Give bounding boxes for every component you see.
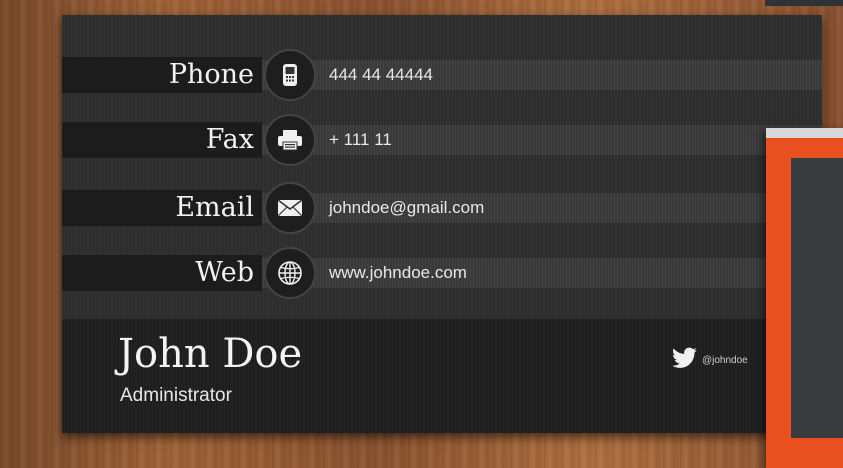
fax-label: Fax bbox=[205, 124, 254, 155]
business-card: Phone 444 44 44444 Fax + 111 11 Email jo… bbox=[62, 15, 822, 433]
second-card bbox=[766, 128, 843, 468]
web-label: Web bbox=[195, 257, 254, 288]
phone-label: Phone bbox=[168, 59, 254, 90]
fax-value: + 111 11 bbox=[329, 130, 392, 149]
twitter-handle: @johndoe bbox=[702, 355, 748, 366]
globe-icon bbox=[264, 247, 316, 299]
web-value: www.johndoe.com bbox=[329, 263, 467, 282]
person-name: John Doe bbox=[118, 331, 303, 377]
card-footer: John Doe Administrator @johndoe bbox=[62, 319, 822, 433]
second-card-inner bbox=[791, 158, 843, 438]
phone-icon bbox=[264, 49, 316, 101]
email-label: Email bbox=[175, 192, 254, 223]
email-value: johndoe@gmail.com bbox=[329, 198, 485, 217]
background-corner bbox=[765, 0, 843, 6]
second-card-edge bbox=[766, 128, 843, 138]
person-title: Administrator bbox=[120, 385, 232, 406]
twitter-bird-icon bbox=[672, 347, 698, 374]
twitter-link: @johndoe bbox=[672, 347, 748, 374]
printer-icon bbox=[264, 114, 316, 166]
envelope-icon bbox=[264, 182, 316, 234]
phone-value: 444 44 44444 bbox=[329, 65, 433, 84]
